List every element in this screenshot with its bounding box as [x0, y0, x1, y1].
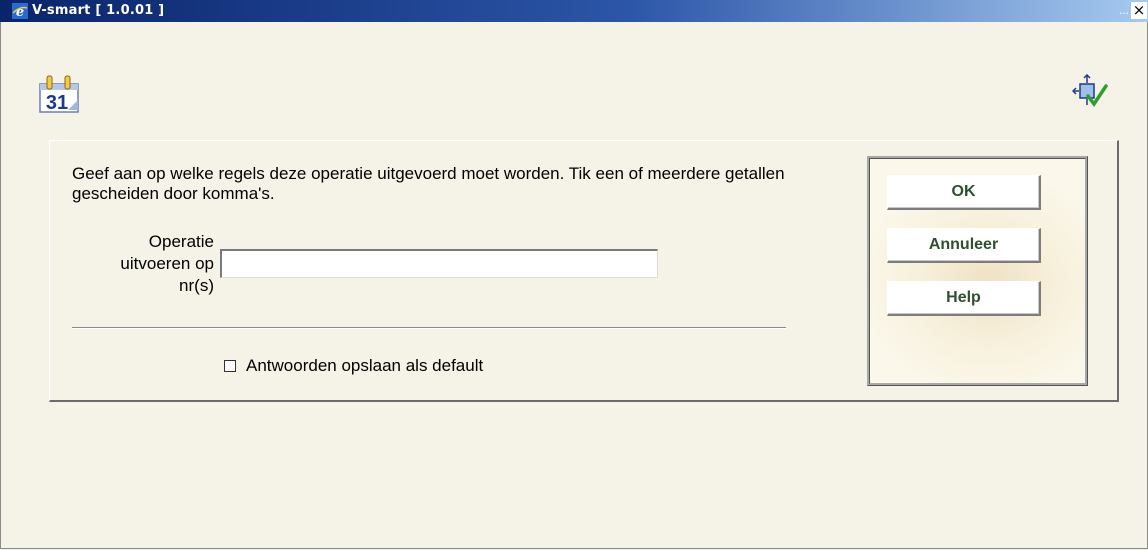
save-default-checkbox[interactable]: [224, 360, 236, 372]
select-rows-check-icon[interactable]: [1071, 73, 1108, 108]
ie-app-icon: e: [12, 3, 28, 20]
button-panel: OK Annuleer Help: [867, 156, 1088, 386]
operation-rows-label-line3: nr(s): [179, 276, 214, 295]
instructions-text: Geef aan op welke regels deze operatie u…: [72, 164, 785, 203]
calendar-icon[interactable]: 31: [38, 74, 82, 114]
operation-rows-label: Operatie uitvoeren op nr(s): [72, 231, 214, 297]
save-default-label: Antwoorden opslaan als default: [246, 356, 484, 375]
help-button[interactable]: Help: [887, 281, 1041, 316]
divider: [72, 327, 786, 329]
ok-button[interactable]: OK: [887, 175, 1041, 210]
window-title: V-smart [ 1.0.01 ]: [32, 3, 165, 18]
save-default-option[interactable]: Antwoorden opslaan als default: [224, 355, 483, 377]
cancel-button[interactable]: Annuleer: [887, 228, 1041, 263]
close-button[interactable]: ×: [1131, 2, 1147, 19]
operation-rows-label-line2: uitvoeren op: [120, 254, 214, 273]
title-bar: e V-smart [ 1.0.01 ] ... ×: [0, 0, 1148, 22]
minimize-button[interactable]: ...: [1118, 2, 1130, 18]
calendar-day: 31: [46, 92, 68, 114]
operation-rows-label-line1: Operatie: [148, 232, 214, 251]
dialog-panel: Geef aan op welke regels deze operatie u…: [49, 140, 1119, 402]
operation-rows-input[interactable]: [220, 249, 658, 278]
